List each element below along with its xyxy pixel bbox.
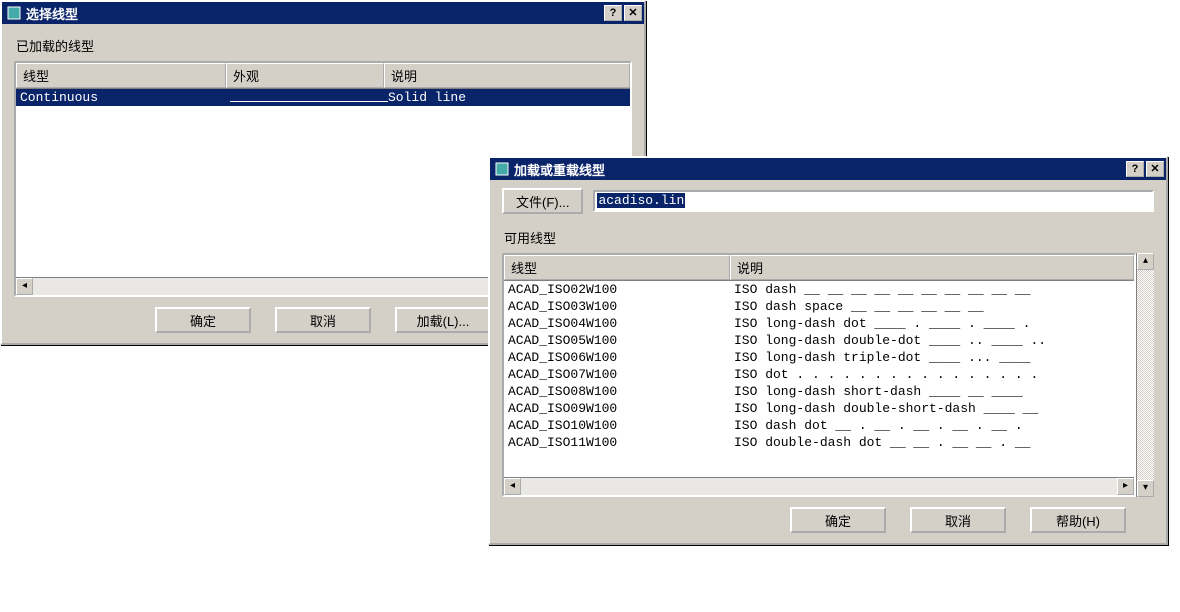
list-item[interactable]: ACAD_ISO05W100ISO long-dash double-dot _… (504, 332, 1134, 349)
linetype-name: ACAD_ISO02W100 (508, 282, 734, 297)
dialog-title: 加载或重载线型 (514, 160, 1124, 179)
col-description[interactable]: 说明 (730, 255, 1134, 280)
list-item[interactable]: ACAD_ISO03W100ISO dash space __ __ __ __… (504, 298, 1134, 315)
filename-field[interactable]: acadiso.lin (593, 190, 1154, 212)
col-description[interactable]: 说明 (384, 63, 630, 88)
load-linetype-dialog: 加载或重载线型 ? ✕ 文件(F)... acadiso.lin 可用线型 线型… (488, 156, 1168, 545)
list-item[interactable]: ACAD_ISO04W100ISO long-dash dot ____ . _… (504, 315, 1134, 332)
list-item[interactable]: ACAD_ISO08W100ISO long-dash short-dash _… (504, 383, 1134, 400)
available-linetypes-label: 可用线型 (504, 228, 1154, 247)
col-appearance[interactable]: 外观 (226, 63, 384, 88)
titlebar[interactable]: 加载或重载线型 ? ✕ (490, 158, 1166, 180)
list-item[interactable]: Continuous Solid line (16, 89, 630, 106)
linetype-description: ISO dot . . . . . . . . . . . . . . . . (734, 367, 1130, 382)
linetype-name: ACAD_ISO10W100 (508, 418, 734, 433)
list-header: 线型 外观 说明 (16, 63, 630, 89)
ok-button[interactable]: 确定 (155, 307, 251, 333)
load-button[interactable]: 加载(L)... (395, 307, 491, 333)
linetype-description: ISO long-dash triple-dot ____ ... ____ (734, 350, 1130, 365)
linetype-description: ISO dash space __ __ __ __ __ __ (734, 299, 1130, 314)
linetype-name: ACAD_ISO05W100 (508, 333, 734, 348)
horizontal-scrollbar[interactable]: ◂ ▸ (504, 477, 1134, 495)
file-button[interactable]: 文件(F)... (502, 188, 583, 214)
app-icon (494, 161, 510, 177)
linetype-name: ACAD_ISO03W100 (508, 299, 734, 314)
help-button[interactable]: 帮助(H) (1030, 507, 1126, 533)
linetype-description: ISO long-dash double-short-dash ____ __ (734, 401, 1130, 416)
linetype-name: ACAD_ISO09W100 (508, 401, 734, 416)
linetype-description: ISO dash __ __ __ __ __ __ __ __ __ __ (734, 282, 1130, 297)
linetype-description: ISO double-dash dot __ __ . __ __ . __ (734, 435, 1130, 450)
help-button[interactable]: ? (1126, 161, 1144, 177)
ok-button[interactable]: 确定 (790, 507, 886, 533)
scroll-up-icon[interactable]: ▴ (1137, 253, 1154, 270)
linetype-name: ACAD_ISO06W100 (508, 350, 734, 365)
col-linetype[interactable]: 线型 (504, 255, 730, 280)
titlebar[interactable]: 选择线型 ? ✕ (2, 2, 644, 24)
close-button[interactable]: ✕ (1146, 161, 1164, 177)
dialog-title: 选择线型 (26, 4, 602, 23)
close-button[interactable]: ✕ (624, 5, 642, 21)
list-item[interactable]: ACAD_ISO10W100ISO dash dot __ . __ . __ … (504, 417, 1134, 434)
linetype-name: ACAD_ISO08W100 (508, 384, 734, 399)
cancel-button[interactable]: 取消 (275, 307, 371, 333)
list-item[interactable]: ACAD_ISO11W100ISO double-dash dot __ __ … (504, 434, 1134, 451)
scroll-down-icon[interactable]: ▾ (1137, 480, 1154, 497)
linetype-name: ACAD_ISO07W100 (508, 367, 734, 382)
linetype-name: Continuous (20, 90, 230, 105)
list-item[interactable]: ACAD_ISO02W100ISO dash __ __ __ __ __ __… (504, 281, 1134, 298)
vertical-scrollbar[interactable]: ▴ ▾ (1136, 253, 1154, 497)
linetype-name: ACAD_ISO11W100 (508, 435, 734, 450)
linetype-description: ISO long-dash double-dot ____ .. ____ .. (734, 333, 1130, 348)
linetype-description: ISO long-dash dot ____ . ____ . ____ . (734, 316, 1130, 331)
col-linetype[interactable]: 线型 (16, 63, 226, 88)
scroll-right-icon[interactable]: ▸ (1117, 478, 1134, 495)
list-item[interactable]: ACAD_ISO07W100ISO dot . . . . . . . . . … (504, 366, 1134, 383)
help-button[interactable]: ? (604, 5, 622, 21)
cancel-button[interactable]: 取消 (910, 507, 1006, 533)
list-item[interactable]: ACAD_ISO09W100ISO long-dash double-short… (504, 400, 1134, 417)
linetype-description: ISO dash dot __ . __ . __ . __ . __ . (734, 418, 1130, 433)
filename-text: acadiso.lin (597, 193, 685, 208)
list-item[interactable]: ACAD_ISO06W100ISO long-dash triple-dot _… (504, 349, 1134, 366)
available-linetypes-list[interactable]: 线型 说明 ACAD_ISO02W100ISO dash __ __ __ __… (502, 253, 1136, 497)
scroll-left-icon[interactable]: ◂ (504, 478, 521, 495)
linetype-name: ACAD_ISO04W100 (508, 316, 734, 331)
app-icon (6, 5, 22, 21)
scroll-left-icon[interactable]: ◂ (16, 278, 33, 295)
loaded-linetypes-label: 已加载的线型 (16, 36, 632, 55)
list-header: 线型 说明 (504, 255, 1134, 281)
linetype-appearance (230, 90, 388, 105)
linetype-description: Solid line (388, 90, 626, 105)
linetype-description: ISO long-dash short-dash ____ __ ____ (734, 384, 1130, 399)
